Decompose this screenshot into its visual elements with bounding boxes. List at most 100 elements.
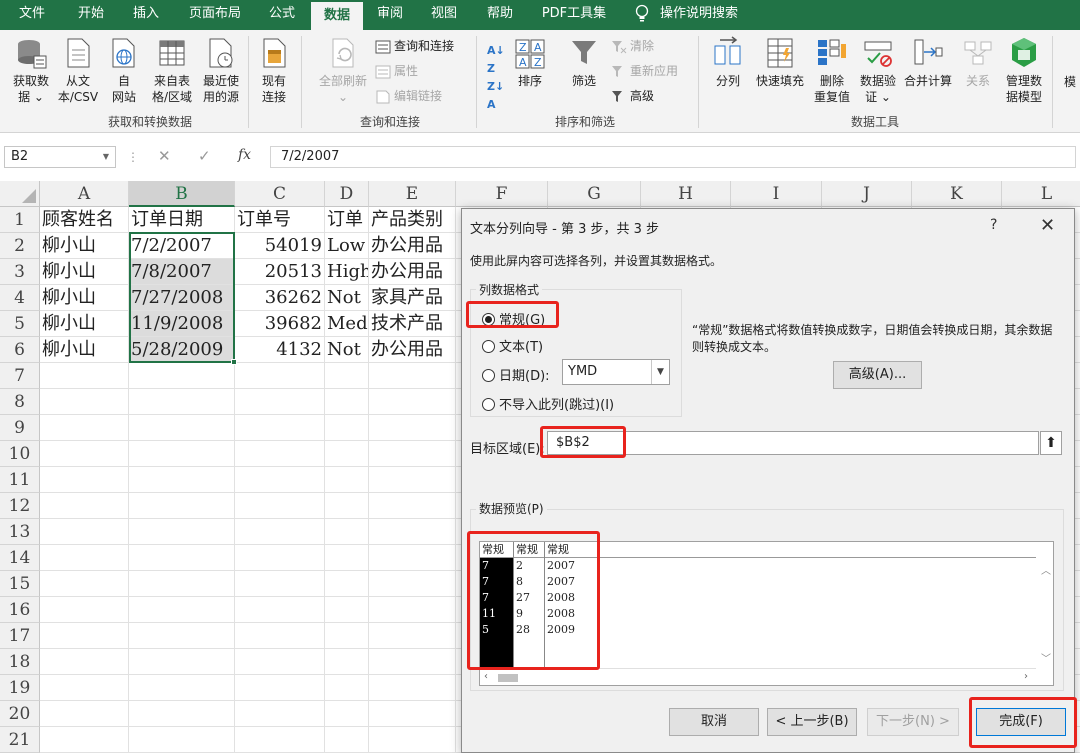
row-header-2[interactable]: 2: [0, 233, 40, 259]
cell-e8[interactable]: [369, 389, 456, 415]
date-format-select[interactable]: YMD ▼: [562, 359, 670, 385]
cell-e9[interactable]: [369, 415, 456, 441]
cell-e12[interactable]: [369, 493, 456, 519]
cell-b2[interactable]: 7/2/2007: [129, 233, 235, 259]
cell-c6[interactable]: 4132: [235, 337, 325, 363]
help-icon[interactable]: ?: [990, 217, 997, 233]
recent-sources-button[interactable]: 最近使 用的源: [198, 36, 244, 105]
get-data-button[interactable]: 获取数 据 ⌄: [6, 36, 56, 105]
cell-e21[interactable]: [369, 727, 456, 753]
cell-c10[interactable]: [235, 441, 325, 467]
cell-d12[interactable]: [325, 493, 369, 519]
data-preview-box[interactable]: 常规 7 7 7 11 5 常规 2 8 27 9 28 常规 2007 200…: [479, 541, 1054, 686]
cell-b9[interactable]: [129, 415, 235, 441]
cell-c16[interactable]: [235, 597, 325, 623]
row-header-4[interactable]: 4: [0, 285, 40, 311]
next-button[interactable]: 下一步(N) >: [867, 708, 959, 736]
sort-az-button[interactable]: A↓ Z: [487, 42, 505, 78]
row-header-15[interactable]: 15: [0, 571, 40, 597]
row-header-3[interactable]: 3: [0, 259, 40, 285]
consolidate-button[interactable]: 合并计算: [900, 36, 956, 89]
sort-button[interactable]: Z A A Z 排序: [512, 36, 548, 89]
cell-b20[interactable]: [129, 701, 235, 727]
reapply-button[interactable]: 重新应用: [611, 62, 678, 80]
cell-b3[interactable]: 7/8/2007: [129, 259, 235, 285]
cell-d2[interactable]: Low: [325, 233, 369, 259]
cell-c20[interactable]: [235, 701, 325, 727]
cell-e20[interactable]: [369, 701, 456, 727]
cell-b1[interactable]: 订单日期: [129, 207, 235, 233]
cell-a20[interactable]: [40, 701, 129, 727]
column-header-j[interactable]: J: [822, 181, 912, 207]
cell-b7[interactable]: [129, 363, 235, 389]
row-header-18[interactable]: 18: [0, 649, 40, 675]
cell-a13[interactable]: [40, 519, 129, 545]
row-header-5[interactable]: 5: [0, 311, 40, 337]
scroll-down-icon[interactable]: ﹀: [1041, 650, 1051, 665]
radio-skip-column[interactable]: 不导入此列(跳过)(I): [482, 394, 614, 413]
cell-e10[interactable]: [369, 441, 456, 467]
row-header-11[interactable]: 11: [0, 467, 40, 493]
tab-view[interactable]: 视图: [420, 0, 468, 30]
cell-c11[interactable]: [235, 467, 325, 493]
preview-column-1[interactable]: 常规 7 7 7 11 5: [480, 542, 513, 668]
cell-e15[interactable]: [369, 571, 456, 597]
column-header-l[interactable]: L: [1002, 181, 1080, 207]
cell-a19[interactable]: [40, 675, 129, 701]
cell-e19[interactable]: [369, 675, 456, 701]
cell-d21[interactable]: [325, 727, 369, 753]
row-header-8[interactable]: 8: [0, 389, 40, 415]
fill-handle[interactable]: [231, 359, 237, 365]
back-button[interactable]: < 上一步(B): [767, 708, 857, 736]
select-all-button[interactable]: [0, 181, 40, 207]
cell-b17[interactable]: [129, 623, 235, 649]
cell-b18[interactable]: [129, 649, 235, 675]
cell-d10[interactable]: [325, 441, 369, 467]
cell-c4[interactable]: 36262: [235, 285, 325, 311]
cell-a4[interactable]: 柳小山: [40, 285, 129, 311]
radio-general[interactable]: 常规(G): [482, 309, 545, 328]
insert-function-icon[interactable]: fx: [238, 147, 251, 163]
row-header-7[interactable]: 7: [0, 363, 40, 389]
scroll-left-icon[interactable]: ‹: [484, 671, 488, 682]
cell-d5[interactable]: Medi: [325, 311, 369, 337]
cell-c15[interactable]: [235, 571, 325, 597]
column-header-h[interactable]: H: [641, 181, 731, 207]
sort-za-button[interactable]: Z↓ A: [487, 78, 504, 114]
cell-e4[interactable]: 家具产品: [369, 285, 456, 311]
cell-d8[interactable]: [325, 389, 369, 415]
tab-page-layout[interactable]: 页面布局: [178, 0, 252, 30]
text-to-columns-button[interactable]: 分列: [708, 36, 748, 89]
scroll-right-icon[interactable]: ›: [1024, 671, 1028, 682]
row-header-19[interactable]: 19: [0, 675, 40, 701]
advanced-button[interactable]: 高级(A)...: [833, 361, 922, 389]
cell-e6[interactable]: 办公用品: [369, 337, 456, 363]
name-box[interactable]: B2 ▼: [4, 146, 116, 168]
finish-button[interactable]: 完成(F): [976, 708, 1066, 736]
from-web-button[interactable]: 自 网站: [104, 36, 144, 105]
cell-d7[interactable]: [325, 363, 369, 389]
cancel-icon[interactable]: ✕: [158, 147, 171, 165]
cell-d1[interactable]: 订单: [325, 207, 369, 233]
column-header-k[interactable]: K: [912, 181, 1002, 207]
cell-a8[interactable]: [40, 389, 129, 415]
tab-home[interactable]: 开始: [66, 0, 116, 30]
cell-d19[interactable]: [325, 675, 369, 701]
row-header-13[interactable]: 13: [0, 519, 40, 545]
cell-c17[interactable]: [235, 623, 325, 649]
preview-column-3[interactable]: 常规 2007 2007 2008 2008 2009: [545, 542, 1036, 668]
scroll-up-icon[interactable]: ︿: [1041, 562, 1051, 577]
preview-horizontal-scrollbar[interactable]: ‹ ›: [480, 668, 1036, 685]
cell-e1[interactable]: 产品类别: [369, 207, 456, 233]
tab-formulas[interactable]: 公式: [258, 0, 306, 30]
cell-c13[interactable]: [235, 519, 325, 545]
cell-e14[interactable]: [369, 545, 456, 571]
cell-a12[interactable]: [40, 493, 129, 519]
cell-e16[interactable]: [369, 597, 456, 623]
from-table-button[interactable]: 来自表 格/区域: [148, 36, 196, 105]
cell-b11[interactable]: [129, 467, 235, 493]
cell-c19[interactable]: [235, 675, 325, 701]
cell-a15[interactable]: [40, 571, 129, 597]
cell-b10[interactable]: [129, 441, 235, 467]
cell-b15[interactable]: [129, 571, 235, 597]
